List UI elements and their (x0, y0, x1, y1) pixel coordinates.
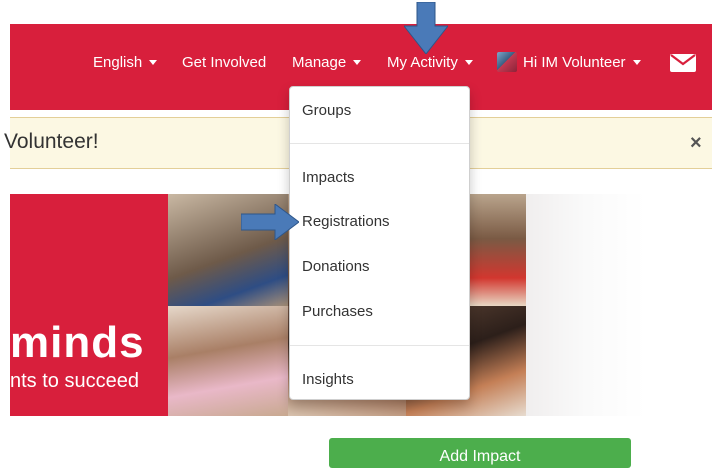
get-involved-link[interactable]: Get Involved (182, 54, 266, 71)
hero-headline: minds (10, 318, 145, 367)
arrow-right-icon (241, 204, 299, 240)
arrow-down-icon (404, 2, 448, 54)
menu-divider (290, 143, 469, 144)
hero-fade (526, 194, 646, 416)
manage-dropdown[interactable]: Manage (292, 54, 362, 71)
my-activity-dropdown[interactable]: My Activity (387, 54, 473, 71)
menu-item-purchases[interactable]: Purchases (302, 303, 373, 320)
my-activity-menu: Groups Impacts Registrations Donations P… (289, 86, 470, 400)
caret-down-icon (353, 60, 362, 65)
caret-down-icon (149, 60, 158, 65)
avatar (497, 52, 517, 72)
menu-item-groups[interactable]: Groups (302, 102, 351, 119)
manage-label: Manage (292, 54, 347, 71)
user-menu-dropdown[interactable]: Hi IM Volunteer (497, 52, 641, 72)
alert-message: Volunteer! (4, 130, 99, 153)
language-label: English (93, 54, 143, 71)
close-icon[interactable]: × (690, 132, 702, 155)
menu-item-registrations[interactable]: Registrations (302, 213, 390, 230)
get-involved-label: Get Involved (182, 54, 267, 71)
menu-item-impacts[interactable]: Impacts (302, 169, 355, 186)
menu-item-donations[interactable]: Donations (302, 258, 370, 275)
menu-item-insights[interactable]: Insights (302, 371, 354, 388)
caret-down-icon (464, 60, 473, 65)
language-dropdown[interactable]: English (93, 54, 158, 71)
hero-tagline: nts to succeed (10, 370, 139, 392)
user-greeting: Hi IM Volunteer (523, 53, 626, 71)
menu-divider (290, 345, 469, 346)
hero-banner: minds nts to succeed (10, 194, 168, 416)
photo-tile (168, 306, 288, 416)
envelope-icon[interactable] (670, 54, 696, 72)
caret-down-icon (632, 59, 641, 65)
my-activity-label: My Activity (387, 54, 458, 71)
